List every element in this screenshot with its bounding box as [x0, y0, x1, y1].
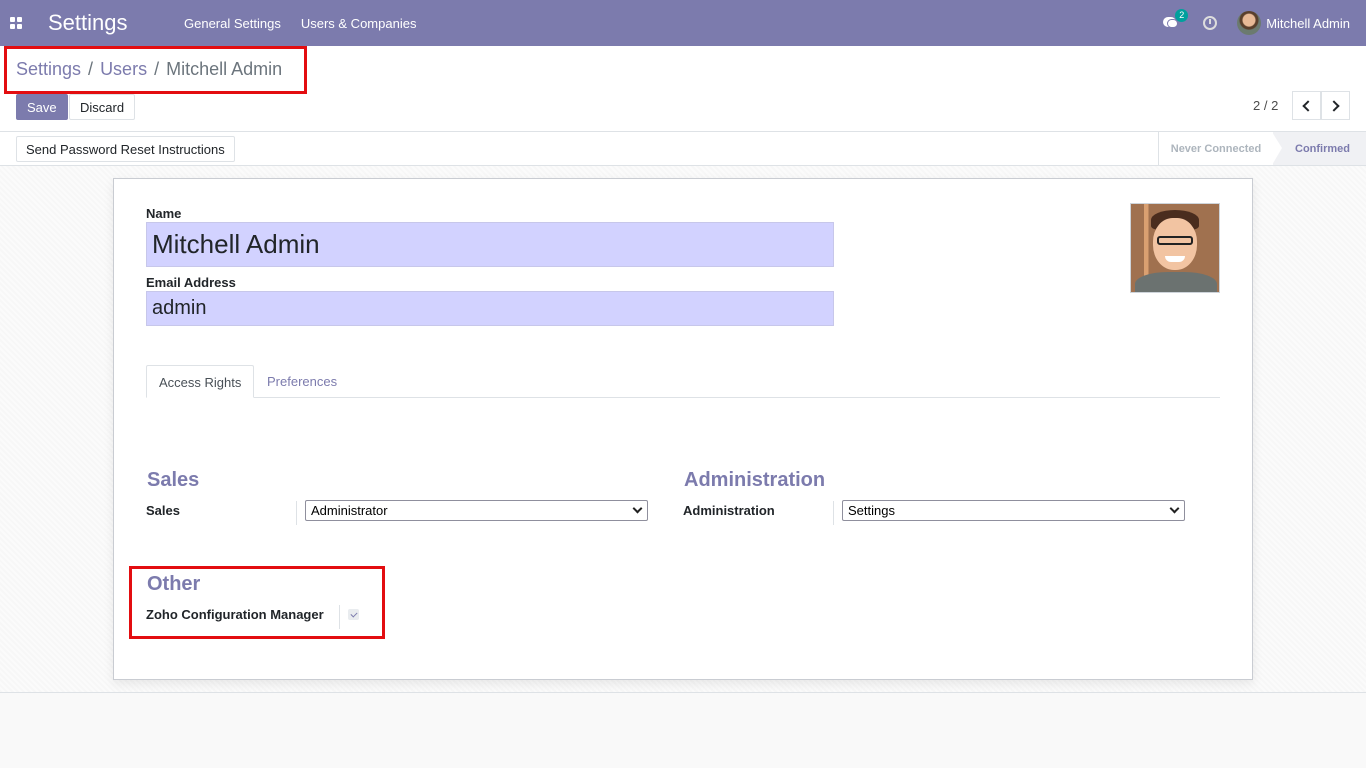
- pager-next-button[interactable]: [1321, 91, 1350, 120]
- field-separator: [833, 501, 834, 525]
- field-separator: [296, 501, 297, 525]
- menu-users-companies[interactable]: Users & Companies: [301, 16, 417, 31]
- sales-field-label: Sales: [146, 503, 180, 518]
- email-input[interactable]: admin: [146, 291, 834, 326]
- chevron-right-icon: [1328, 99, 1340, 112]
- administration-field-label: Administration: [683, 503, 775, 518]
- chevron-down-icon: [1169, 503, 1180, 514]
- sales-select[interactable]: Administrator: [305, 500, 648, 521]
- tab-access-rights[interactable]: Access Rights: [146, 365, 255, 398]
- administration-group-title: Administration: [684, 469, 826, 491]
- stage-confirmed: Confirmed: [1272, 132, 1366, 165]
- chevron-left-icon: [1302, 99, 1314, 112]
- form-statusbar: Send Password Reset Instructions Never C…: [0, 132, 1366, 166]
- control-panel: Settings / Users / Mitchell Admin Save D…: [0, 46, 1366, 132]
- message-count-badge: 2: [1175, 9, 1189, 22]
- top-navbar: Settings General Settings Users & Compan…: [0, 0, 1366, 46]
- send-password-reset-button[interactable]: Send Password Reset Instructions: [16, 136, 235, 162]
- discard-button[interactable]: Discard: [69, 94, 136, 120]
- user-menu[interactable]: Mitchell Admin: [1266, 16, 1350, 31]
- name-label: Name: [146, 206, 182, 221]
- sales-select-value: Administrator: [311, 503, 388, 518]
- other-group-highlight-box: [129, 566, 385, 639]
- user-photo[interactable]: [1130, 203, 1220, 293]
- administration-select[interactable]: Settings: [842, 500, 1185, 521]
- chevron-down-icon: [632, 503, 643, 514]
- apps-menu-icon[interactable]: [0, 0, 32, 46]
- activity-clock-icon[interactable]: [1203, 16, 1218, 30]
- administration-select-value: Settings: [848, 503, 895, 518]
- pager-previous-button[interactable]: [1292, 91, 1321, 120]
- menu-general-settings[interactable]: General Settings: [184, 16, 281, 31]
- messages-icon[interactable]: 2: [1163, 9, 1189, 31]
- breadcrumb-highlight-box: [4, 46, 307, 94]
- email-label: Email Address: [146, 275, 236, 290]
- save-button[interactable]: Save: [16, 94, 68, 120]
- tab-preferences[interactable]: Preferences: [255, 365, 349, 398]
- pager-value[interactable]: 2 / 2: [1253, 98, 1278, 113]
- sales-group-title: Sales: [147, 469, 200, 491]
- app-title[interactable]: Settings: [48, 10, 168, 36]
- user-avatar[interactable]: [1237, 11, 1262, 35]
- form-tabs: Access Rights Preferences: [146, 365, 1220, 398]
- stage-never-connected: Never Connected: [1158, 132, 1273, 165]
- name-input[interactable]: Mitchell Admin: [146, 222, 834, 267]
